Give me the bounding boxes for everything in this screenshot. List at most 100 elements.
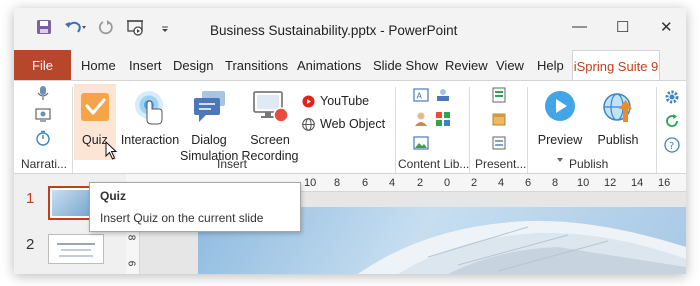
chevron-down-icon (556, 150, 564, 168)
youtube-icon (302, 95, 315, 113)
publish-label: Publish (597, 133, 639, 147)
gear-icon[interactable] (664, 89, 680, 110)
thumbnail-line (61, 249, 91, 251)
tab-animations[interactable]: Animations (297, 58, 361, 73)
narration-group-label: Narrati... (21, 157, 68, 171)
title-bar: Business Sustainability.pptx - PowerPoin… (14, 8, 686, 50)
tab-slide-show[interactable]: Slide Show (373, 58, 438, 73)
publish-button[interactable]: Publish (590, 84, 646, 160)
screen-recording-button[interactable]: Screen Recording (238, 84, 302, 163)
insert-group-label: Insert (217, 157, 248, 171)
thumbnail-line (59, 255, 93, 257)
tab-insert[interactable]: Insert (129, 58, 162, 73)
ruler-tick: 2 (471, 177, 478, 189)
tab-view[interactable]: View (496, 58, 524, 73)
play-icon (544, 90, 576, 127)
web-object-button[interactable]: Web Object (302, 116, 398, 134)
ruler-tick: 8 (334, 177, 341, 189)
tab-home[interactable]: Home (81, 58, 116, 73)
content-library-group-label: Content Lib... (398, 157, 470, 171)
interaction-label: Interaction (120, 133, 180, 147)
slide-thumbnail-2[interactable] (48, 234, 104, 264)
web-object-label: Web Object (320, 117, 386, 131)
update-icon[interactable] (664, 113, 680, 134)
group-divider (72, 87, 73, 173)
tab-file[interactable]: File (14, 50, 71, 80)
screen-label-line1: Screen (250, 133, 290, 147)
interaction-button[interactable]: Interaction (118, 84, 182, 160)
speech-bubble-icon (193, 90, 227, 129)
save-icon[interactable] (36, 19, 52, 40)
ruler-tick: 6 (125, 260, 137, 267)
stopwatch-icon[interactable] (35, 130, 51, 151)
dialog-simulation-button[interactable]: Dialog Simulation (180, 84, 238, 163)
screen-record-icon (253, 90, 289, 129)
resources-icon[interactable] (492, 111, 506, 132)
globe-icon (302, 118, 315, 136)
mouse-cursor-icon (105, 140, 119, 166)
screen-label-line2: Recording (241, 149, 299, 163)
character-icon[interactable]: A (413, 87, 429, 108)
document-title: Business Sustainability.pptx - PowerPoin… (210, 23, 458, 38)
video-camera-icon[interactable] (35, 107, 51, 128)
minimize-button[interactable]: — (572, 18, 587, 35)
ruler-tick: 6 (525, 177, 532, 189)
close-button[interactable]: ✕ (660, 18, 673, 36)
tab-design[interactable]: Design (173, 58, 213, 73)
quiz-label: Quiz (82, 133, 108, 147)
preview-label: Preview (537, 133, 583, 147)
undo-icon[interactable] (64, 19, 88, 40)
svg-text:A: A (417, 92, 423, 101)
group-divider (656, 87, 657, 173)
image-icon[interactable] (413, 135, 429, 156)
ruler-tick: 8 (552, 177, 559, 189)
ruler-tick: 6 (362, 177, 369, 189)
publish-group-label: Publish (569, 157, 609, 171)
preview-button[interactable]: Preview (530, 84, 590, 164)
ruler-tick: 12 (604, 177, 617, 189)
ruler-tick: 10 (304, 177, 317, 189)
ruler-tick: 0 (444, 177, 451, 189)
scenes-icon[interactable] (435, 111, 451, 132)
youtube-label: YouTube (320, 94, 370, 108)
group-divider (527, 87, 528, 173)
publish-globe-icon (602, 90, 636, 129)
ruler-tick: 14 (631, 177, 644, 189)
ruler-tick: 10 (577, 177, 590, 189)
ribbon-tabs: File Home Insert Design Transitions Anim… (14, 50, 686, 81)
presenter-group-label: Present... (475, 157, 527, 171)
group-divider (395, 87, 396, 173)
slide-number: 1 (26, 190, 35, 207)
interaction-icon (134, 90, 166, 131)
ruler-tick: 16 (658, 177, 671, 189)
ribbon: Narrati... Quiz Interaction Dialog Simul… (14, 80, 686, 174)
quiz-icon (80, 92, 110, 127)
powerpoint-window: Business Sustainability.pptx - PowerPoin… (14, 8, 686, 274)
template-icon[interactable] (435, 87, 451, 108)
tab-transitions[interactable]: Transitions (225, 58, 288, 73)
microphone-icon[interactable] (36, 85, 50, 106)
customize-icon[interactable] (160, 21, 170, 39)
tooltip-description: Insert Quiz on the current slide (100, 211, 264, 225)
tab-ispring-suite[interactable]: iSpring Suite 9 (572, 50, 660, 81)
youtube-button[interactable]: YouTube (302, 93, 392, 111)
group-divider (469, 87, 470, 173)
dialog-label-line1: Dialog (191, 133, 227, 147)
ruler-tick: 4 (498, 177, 505, 189)
properties-icon[interactable] (492, 135, 506, 156)
help-icon[interactable]: ? (664, 137, 680, 158)
svg-text:?: ? (669, 141, 674, 152)
ruler-tick: 8 (125, 234, 137, 241)
people-icon[interactable] (413, 111, 429, 132)
slide-number: 2 (26, 236, 35, 253)
maximize-button[interactable]: ☐ (616, 18, 629, 36)
presenter-icon[interactable] (492, 87, 506, 108)
ruler-tick: 4 (389, 177, 396, 189)
tooltip-title: Quiz (100, 189, 126, 203)
tab-review[interactable]: Review (445, 58, 488, 73)
redo-icon[interactable] (98, 19, 114, 40)
tab-help[interactable]: Help (537, 58, 564, 73)
present-icon[interactable] (126, 19, 146, 42)
ruler-tick: 2 (417, 177, 424, 189)
thumbnail-line (57, 243, 95, 245)
